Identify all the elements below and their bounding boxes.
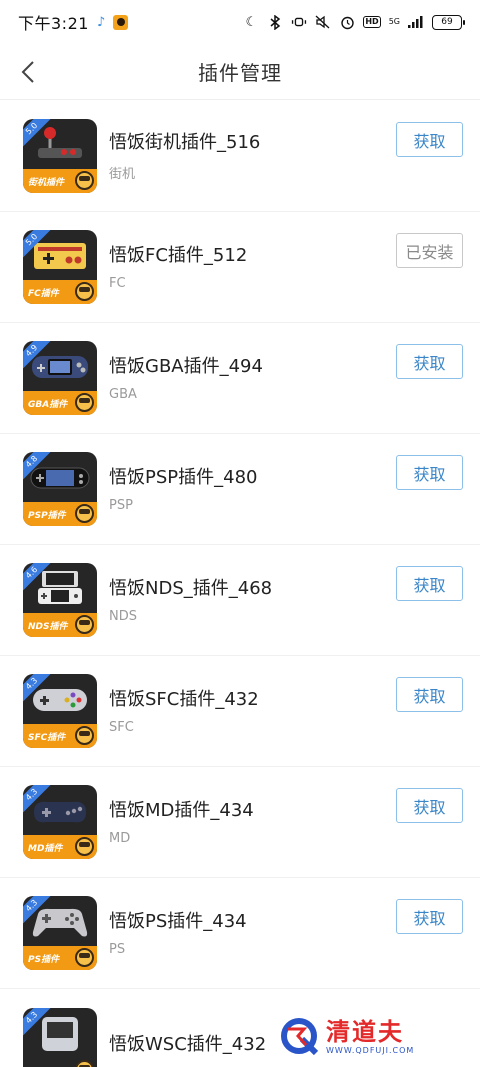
plugin-icon-wsc: 4.3 (23, 1007, 97, 1067)
list-item: 5.0 FC插件 悟饭FC插件_512 FC 已安装 (0, 212, 480, 323)
back-button[interactable] (14, 58, 42, 86)
plugin-platform: PS (109, 941, 126, 957)
plugin-icon-ps: 4.3 PS插件 (23, 896, 97, 970)
get-button[interactable]: 获取 (396, 344, 463, 379)
network-type: 5G (388, 17, 400, 26)
watermark: 清道夫 WWW.QDFUJI.COM (278, 1011, 460, 1061)
plugin-icon-psp: 4.8 PSP插件 (23, 452, 97, 526)
status-time: 下午3:21 (18, 14, 89, 33)
app-header: 插件管理 (0, 44, 480, 100)
mascot-icon (75, 504, 94, 523)
plugin-platform: MD (109, 830, 131, 846)
list-item: 4.3 PS插件 悟饭PS插件_434 PS 获取 (0, 878, 480, 989)
page-title: 插件管理 (198, 61, 282, 85)
music-note-icon: ♪ (96, 14, 106, 30)
plugin-platform: FC (109, 275, 126, 291)
bluetooth-icon (267, 14, 283, 30)
get-button[interactable]: 获取 (396, 899, 463, 934)
plugin-platform: 街机 (109, 166, 136, 182)
plugin-icon-arcade: 5.0 街机插件 (23, 119, 97, 193)
mascot-icon (75, 948, 94, 967)
plugin-list: 5.0 街机插件 悟饭街机插件_516 街机 获取 5.0 FC插件 悟饭FC插… (0, 101, 480, 1067)
get-button[interactable]: 获取 (396, 455, 463, 490)
plugin-platform: GBA (109, 386, 137, 402)
list-item: 4.3 SFC插件 悟饭SFC插件_432 SFC 获取 (0, 656, 480, 767)
get-button[interactable]: 获取 (396, 788, 463, 823)
hd-badge: HD (363, 16, 381, 28)
vibrate-icon (291, 14, 307, 30)
plugin-icon-gba: 4.9 GBA插件 (23, 341, 97, 415)
signal-icon (408, 14, 424, 30)
mascot-icon (75, 171, 94, 190)
plugin-icon-sfc: 4.3 SFC插件 (23, 674, 97, 748)
list-item: 4.8 PSP插件 悟饭PSP插件_480 PSP 获取 (0, 434, 480, 545)
chevron-left-icon (21, 61, 34, 83)
plugin-platform: PSP (109, 497, 133, 513)
watermark-url: WWW.QDFUJI.COM (326, 1045, 415, 1055)
battery-indicator: 69 (432, 14, 465, 30)
mascot-icon (75, 837, 94, 856)
watermark-brand: 清道夫 (326, 1017, 404, 1046)
get-button[interactable]: 获取 (396, 566, 463, 601)
list-item: 5.0 街机插件 悟饭街机插件_516 街机 获取 (0, 101, 480, 212)
app-notification-icon (113, 14, 129, 30)
mascot-icon (75, 726, 94, 745)
list-item: 4.9 GBA插件 悟饭GBA插件_494 GBA 获取 (0, 323, 480, 434)
installed-button[interactable]: 已安装 (396, 233, 463, 268)
watermark-logo-icon (278, 1015, 320, 1057)
get-button[interactable]: 获取 (396, 677, 463, 712)
mascot-icon (75, 1059, 94, 1067)
plugin-icon-nds: 4.6 NDS插件 (23, 563, 97, 637)
plugin-platform: SFC (109, 719, 134, 735)
mascot-icon (75, 282, 94, 301)
mascot-icon (75, 615, 94, 634)
list-item: 4.6 NDS插件 悟饭NDS_插件_468 NDS 获取 (0, 545, 480, 656)
mute-icon (315, 14, 331, 30)
get-button[interactable]: 获取 (396, 122, 463, 157)
plugin-icon-fc: 5.0 FC插件 (23, 230, 97, 304)
plugin-platform: NDS (109, 608, 137, 624)
status-bar: 下午3:21 ♪ ☾ HD 5G 69 (0, 0, 480, 44)
mascot-icon (75, 393, 94, 412)
list-item: 4.3 MD插件 悟饭MD插件_434 MD 获取 (0, 767, 480, 878)
moon-icon: ☾ (245, 14, 258, 30)
alarm-icon (339, 14, 355, 30)
plugin-icon-md: 4.3 MD插件 (23, 785, 97, 859)
